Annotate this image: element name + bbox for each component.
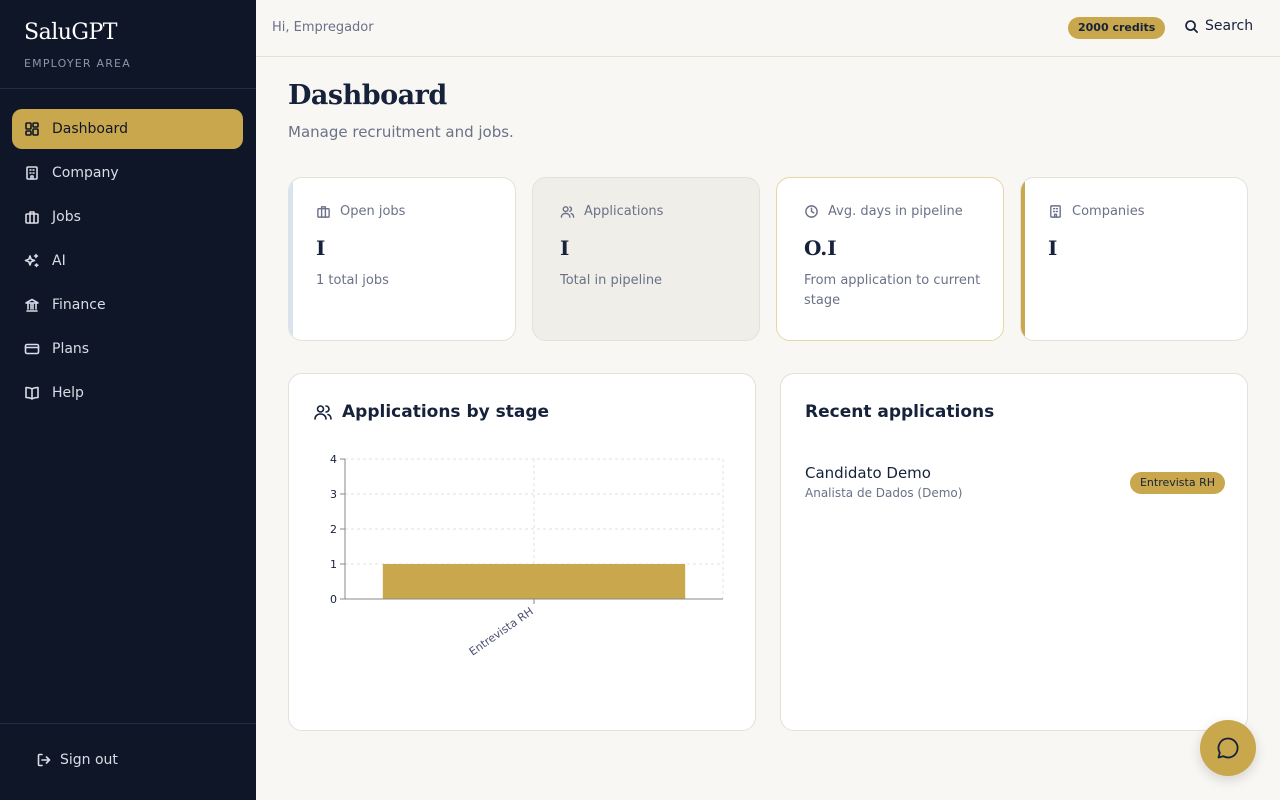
sidebar-footer-divider [0, 723, 256, 724]
bank-icon [24, 297, 40, 313]
sidebar-item-company[interactable]: Company [12, 153, 243, 193]
brand-subtitle: EMPLOYER AREA [24, 57, 131, 70]
x-tick-label: Entrevista RH [467, 605, 536, 659]
search-button[interactable]: Search [1184, 18, 1253, 34]
sidebar: SaluGPT EMPLOYER AREA Dashboard Company … [0, 0, 256, 800]
credit-card-icon [24, 341, 40, 357]
stat-note: Total in pipeline [560, 273, 663, 288]
search-icon [1185, 19, 1198, 33]
panel-title: Recent applications [805, 402, 994, 422]
sidebar-item-label: Plans [52, 341, 90, 357]
sparkles-icon [24, 253, 40, 269]
sidebar-item-label: Finance [52, 297, 106, 313]
clock-icon [805, 205, 818, 218]
users-icon [314, 405, 332, 420]
book-icon [24, 385, 40, 401]
stat-card-open-jobs[interactable]: Open jobs I 1 total jobs [288, 177, 516, 341]
stat-value: O.I [804, 236, 837, 260]
recent-title: Recent applications [805, 402, 995, 422]
sidebar-item-plans[interactable]: Plans [12, 329, 243, 369]
stat-note: From application to current stage [804, 273, 981, 308]
sidebar-item-label: AI [52, 253, 66, 269]
sidebar-item-label: Jobs [52, 209, 81, 225]
stat-header: Open jobs [316, 204, 515, 219]
stat-label: Applications [584, 204, 664, 219]
topbar: Hi, Empregador 2000 credits Search [256, 0, 1280, 57]
stat-label: Companies [1072, 204, 1145, 219]
sign-out-label: Sign out [60, 752, 118, 768]
y-tick-label: 4 [330, 453, 337, 466]
dashboard-icon [24, 121, 40, 137]
sign-out-icon [37, 753, 51, 767]
stat-note: 1 total jobs [316, 273, 389, 288]
recent-applications-panel: Recent applications Candidato Demo Anali… [780, 373, 1248, 731]
stat-header: Companies [1048, 204, 1247, 219]
stage-badge: Entrevista RH [1129, 472, 1225, 494]
building-icon [24, 165, 40, 181]
search-label: Search [1205, 18, 1254, 34]
y-tick-label: 3 [330, 488, 337, 501]
sidebar-item-label: Dashboard [52, 121, 128, 137]
y-tick-label: 0 [330, 593, 337, 606]
sidebar-item-dashboard[interactable]: Dashboard [12, 109, 243, 149]
page-title: Dashboard [288, 80, 447, 111]
sidebar-divider [0, 88, 256, 89]
applications-by-stage-panel: Applications by stage 0 1 2 3 4 Entrevista RH [288, 373, 756, 731]
stat-value: I [316, 236, 326, 260]
stat-value: I [1048, 236, 1058, 260]
stat-label: Avg. days in pipeline [828, 204, 963, 219]
stat-label: Open jobs [340, 204, 406, 219]
list-item[interactable]: Candidato Demo Analista de Dados (Demo) … [805, 464, 1225, 500]
credits-badge[interactable]: 2000 credits [1068, 17, 1166, 39]
stat-header: Avg. days in pipeline [804, 204, 1003, 219]
briefcase-icon [24, 209, 40, 225]
stat-value: I [560, 236, 570, 260]
stat-card-companies[interactable]: Companies I [1020, 177, 1248, 341]
greeting: Hi, Empregador [272, 20, 374, 35]
briefcase-icon [317, 206, 330, 218]
stat-header: Applications [560, 204, 759, 219]
sidebar-item-finance[interactable]: Finance [12, 285, 243, 325]
brand-name: SaluGPT [24, 20, 117, 45]
sign-out-button[interactable]: Sign out [36, 752, 118, 768]
building-icon [1050, 205, 1061, 218]
sidebar-item-label: Company [52, 165, 119, 181]
brand: SaluGPT EMPLOYER AREA [24, 20, 131, 70]
y-tick-label: 1 [330, 558, 337, 571]
stage-bar-chart: 0 1 2 3 4 Entrevista RH [330, 453, 724, 659]
sidebar-nav: Dashboard Company Jobs AI Finance Plans … [12, 109, 243, 417]
sidebar-item-ai[interactable]: AI [12, 241, 243, 281]
chat-bubble-icon [1217, 737, 1239, 759]
page-subtitle: Manage recruitment and jobs. [288, 123, 514, 141]
chart-bar [382, 564, 686, 599]
chart-title: Applications by stage [342, 402, 550, 422]
y-tick-label: 2 [330, 523, 337, 536]
chat-button[interactable] [1200, 720, 1256, 776]
sidebar-item-help[interactable]: Help [12, 373, 243, 413]
users-icon [560, 206, 575, 218]
sidebar-item-jobs[interactable]: Jobs [12, 197, 243, 237]
stat-card-avg-days[interactable]: Avg. days in pipeline O.I From applicati… [776, 177, 1004, 341]
stat-card-applications[interactable]: Applications I Total in pipeline [532, 177, 760, 341]
panel-title: Applications by stage [313, 402, 549, 422]
sidebar-item-label: Help [52, 385, 84, 401]
